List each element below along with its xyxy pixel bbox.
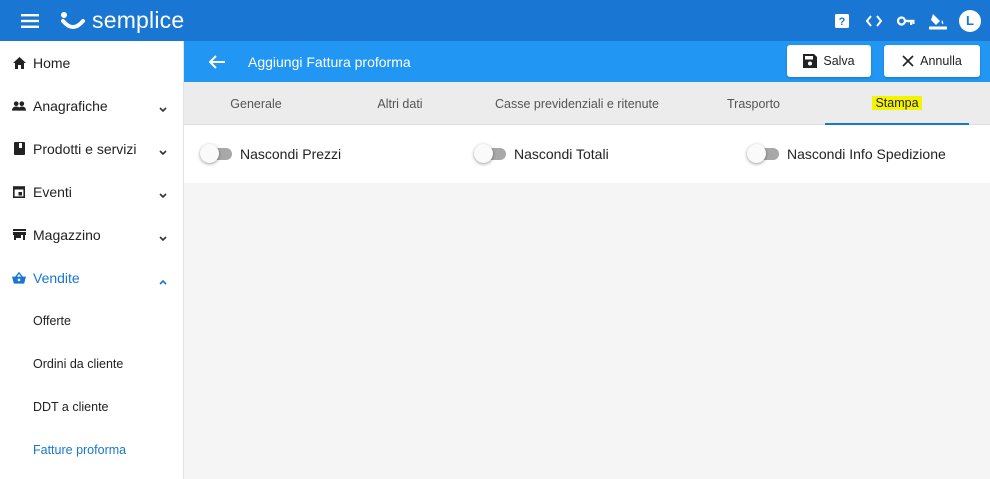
avatar-letter: L <box>959 9 981 32</box>
sidebar-item-label: Anagrafiche <box>33 97 108 114</box>
toggle-switch[interactable] <box>747 144 779 163</box>
tab-label: Casse previdenziali e ritenute <box>495 96 659 111</box>
sidebar: Home Anagrafiche Prodotti e servizi Even… <box>0 41 184 479</box>
store-icon <box>12 228 26 242</box>
toggle-switch[interactable] <box>200 144 232 163</box>
tab-label: Altri dati <box>377 96 423 111</box>
sidebar-item-magazzino[interactable]: Magazzino <box>0 213 183 256</box>
sidebar-item-home[interactable]: Home <box>0 41 183 84</box>
user-avatar[interactable]: L <box>954 0 986 41</box>
chevron-down-icon <box>159 143 167 159</box>
code-icon[interactable] <box>858 0 890 41</box>
paint-bucket-icon[interactable] <box>922 0 954 41</box>
toggle-switch[interactable] <box>474 144 506 163</box>
option-nascondi-totali[interactable]: Nascondi Totali <box>474 125 609 183</box>
sidebar-item-vendite[interactable]: Vendite <box>0 256 183 299</box>
tab-label: Generale <box>230 96 282 111</box>
chevron-up-icon <box>159 272 167 288</box>
page-title: Aggiungi Fattura proforma <box>248 53 411 70</box>
chevron-down-icon <box>159 100 167 116</box>
save-button[interactable]: Salva <box>787 45 871 77</box>
sidebar-item-prodotti-e-servizi[interactable]: Prodotti e servizi <box>0 127 183 170</box>
sidebar-item-label: Eventi <box>33 183 72 200</box>
tab-label: Trasporto <box>726 96 781 111</box>
close-icon <box>902 55 914 67</box>
tab-bar: Generale Altri dati Casse previdenziali … <box>184 82 990 125</box>
sidebar-item-label: Vendite <box>33 269 80 286</box>
hamburger-menu-icon[interactable] <box>0 0 60 41</box>
cancel-button-label: Annulla <box>920 54 962 68</box>
save-button-label: Salva <box>823 54 855 68</box>
logo-text: semplice <box>92 7 185 33</box>
tab-stampa[interactable]: Stampa <box>825 82 969 125</box>
back-arrow-icon[interactable] <box>194 41 240 82</box>
save-icon <box>803 54 818 68</box>
option-label: Nascondi Info Spedizione <box>787 146 946 162</box>
app-logo[interactable]: semplice <box>60 0 184 41</box>
people-icon <box>12 99 26 113</box>
sidebar-item-label: Magazzino <box>33 226 101 243</box>
cancel-button[interactable]: Annulla <box>884 45 980 77</box>
tab-generale[interactable]: Generale <box>184 82 328 125</box>
calendar-icon <box>12 185 26 199</box>
book-icon <box>12 142 26 156</box>
sidebar-item-anagrafiche[interactable]: Anagrafiche <box>0 84 183 127</box>
smile-logo-icon <box>61 11 85 29</box>
option-label: Nascondi Prezzi <box>240 146 342 162</box>
svg-text:?: ? <box>839 16 846 28</box>
chevron-down-icon <box>159 186 167 202</box>
sidebar-subitem-ddt-a-cliente[interactable]: DDT a cliente <box>0 385 183 428</box>
tab-trasporto[interactable]: Trasporto <box>682 82 825 125</box>
key-icon[interactable] <box>890 0 922 41</box>
sidebar-subitem-offerte[interactable]: Offerte <box>0 299 183 342</box>
sidebar-item-label: Prodotti e servizi <box>33 140 137 157</box>
basket-icon <box>12 271 26 285</box>
tab-casse-previdenziali[interactable]: Casse previdenziali e ritenute <box>472 82 682 125</box>
print-options-panel: Nascondi Prezzi Nascondi Totali Nascondi… <box>184 125 990 183</box>
tab-label: Stampa <box>872 95 922 110</box>
chevron-down-icon <box>159 229 167 245</box>
tab-altri-dati[interactable]: Altri dati <box>328 82 472 125</box>
home-icon <box>12 56 26 70</box>
sidebar-subitem-ordini-da-cliente[interactable]: Ordini da cliente <box>0 342 183 385</box>
option-label: Nascondi Totali <box>514 146 609 162</box>
sidebar-subitem-fatture-proforma[interactable]: Fatture proforma <box>0 428 183 471</box>
main-content: Aggiungi Fattura proforma Salva Annulla … <box>184 41 990 479</box>
top-app-bar: semplice ? L <box>0 0 990 41</box>
sidebar-item-label: Home <box>33 54 71 71</box>
option-nascondi-prezzi[interactable]: Nascondi Prezzi <box>200 125 341 183</box>
help-icon[interactable]: ? <box>826 0 858 41</box>
sidebar-item-eventi[interactable]: Eventi <box>0 170 183 213</box>
option-nascondi-info-spedizione[interactable]: Nascondi Info Spedizione <box>747 125 946 183</box>
page-header: Aggiungi Fattura proforma Salva Annulla <box>184 41 990 82</box>
